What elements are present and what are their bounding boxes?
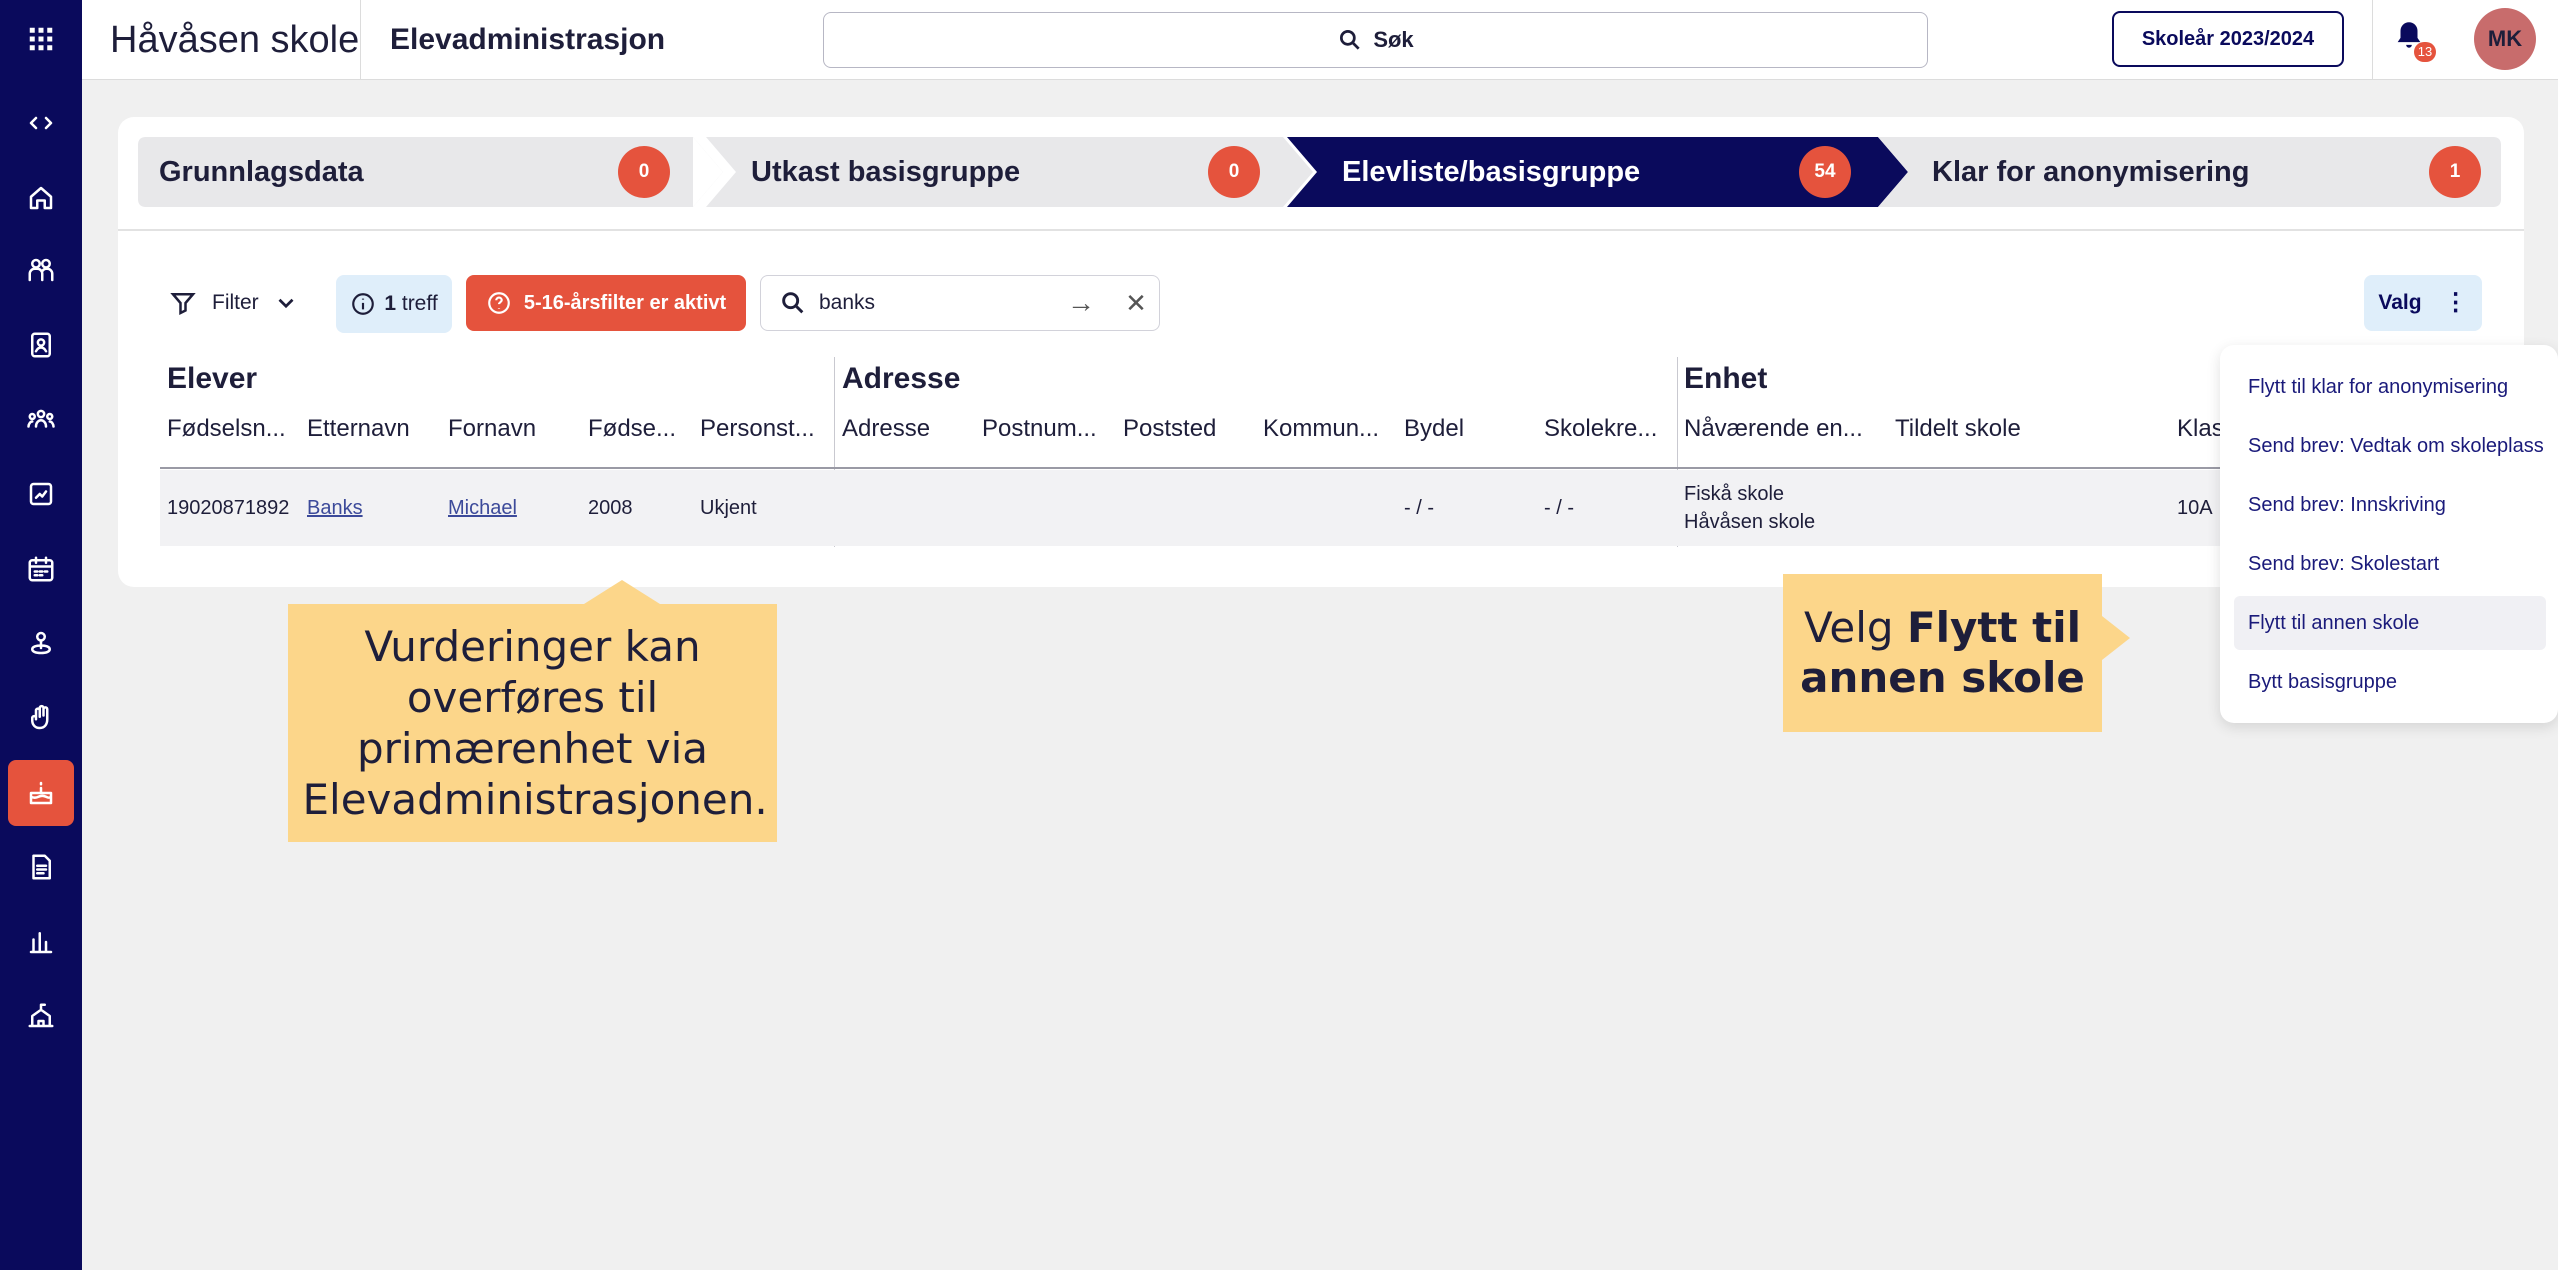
- people-group-icon[interactable]: [8, 237, 74, 303]
- document-icon[interactable]: [8, 834, 74, 900]
- column-header[interactable]: Etternavn: [307, 415, 410, 443]
- hand-icon[interactable]: [8, 685, 74, 751]
- top-bar: Håvåsen skole Elevadministrasjon Søk Sko…: [82, 0, 2558, 80]
- school-brand[interactable]: Håvåsen skole: [110, 0, 359, 80]
- column-header[interactable]: Skolekre...: [1544, 415, 1657, 443]
- column-header[interactable]: Postnum...: [982, 415, 1097, 443]
- menu-item-brev-vedtak[interactable]: Send brev: Vedtak om skoleplass: [2234, 419, 2546, 473]
- table-search-value: banks: [819, 291, 876, 314]
- cell-naavaerende-enhet: Håvåsen skole: [1684, 511, 1816, 533]
- search-icon: [1340, 29, 1360, 50]
- sidebar: [0, 0, 82, 1270]
- menu-item-brev-innskriving[interactable]: Send brev: Innskriving: [2234, 478, 2546, 532]
- column-header[interactable]: Adresse: [842, 415, 930, 443]
- cell-etternavn-link[interactable]: Banks: [307, 497, 363, 520]
- close-icon[interactable]: ✕: [1113, 288, 1159, 319]
- divider: [360, 0, 361, 80]
- menu-item-flytt-anonymisering[interactable]: Flytt til klar for anonymisering: [2234, 360, 2546, 414]
- column-header[interactable]: Poststed: [1123, 415, 1216, 443]
- apps-grid-icon[interactable]: [8, 6, 74, 72]
- age-filter-label: 5-16-årsfilter er aktivt: [523, 291, 727, 314]
- menu-item-brev-skolestart[interactable]: Send brev: Skolestart: [2234, 537, 2546, 591]
- step-1-count-badge: 0: [618, 146, 670, 198]
- cell-fodselsar: 2008: [588, 497, 633, 519]
- cell-fodselsnummer: 19020871892: [167, 497, 290, 519]
- valg-dropdown-menu: Flytt til klar for anonymisering Send br…: [2220, 345, 2558, 723]
- more-vertical-icon: ⋮: [2443, 289, 2468, 316]
- filter-label: Filter: [212, 291, 259, 314]
- column-header[interactable]: Nåværende en...: [1684, 415, 1863, 443]
- search-label: Søk: [1373, 27, 1414, 52]
- search-icon: [782, 292, 804, 314]
- group-header-elever: Elever: [167, 362, 258, 395]
- menu-item-flytt-annen-skole[interactable]: Flytt til annen skole: [2234, 596, 2546, 650]
- divider: [2372, 0, 2373, 80]
- column-header[interactable]: Fødselsn...: [167, 415, 286, 443]
- avatar[interactable]: MK: [2474, 8, 2536, 70]
- person-pin-icon[interactable]: [8, 610, 74, 676]
- group-header-adresse: Adresse: [842, 362, 961, 395]
- notifications-button[interactable]: 13: [2392, 18, 2436, 62]
- info-icon: [352, 293, 375, 315]
- code-toggle-icon[interactable]: [8, 90, 74, 156]
- cake-icon[interactable]: [8, 760, 74, 826]
- group-header-enhet: Enhet: [1684, 362, 1768, 395]
- report-icon[interactable]: [8, 461, 74, 527]
- filter-button[interactable]: Filter: [168, 275, 299, 331]
- column-header[interactable]: Personst...: [700, 415, 815, 443]
- cell-fornavn-link[interactable]: Michael: [448, 497, 517, 520]
- chevron-down-icon: [278, 298, 294, 309]
- cell-naavaerende-enhet: Fiskå skole: [1684, 483, 1785, 505]
- age-filter-button[interactable]: 5-16-årsfilter er aktivt: [466, 275, 746, 331]
- callout-text: Vurderinger kan overføres til primærenhe…: [302, 622, 768, 824]
- step-4-count-badge: 1: [2429, 146, 2481, 198]
- menu-item-bytt-basisgruppe[interactable]: Bytt basisgruppe: [2234, 655, 2546, 709]
- cell-bydel: - / -: [1404, 497, 1434, 519]
- column-header[interactable]: Fødse...: [588, 415, 676, 443]
- column-header[interactable]: Bydel: [1404, 415, 1464, 443]
- annotation-callout: Velg Flytt til annen skole: [1783, 574, 2130, 732]
- home-icon[interactable]: [8, 165, 74, 231]
- main-card: Grunnlagsdata 0 Utkast basisgruppe 0 Ele…: [118, 117, 2524, 587]
- school-year-button[interactable]: Skoleår 2023/2024: [2112, 11, 2344, 67]
- valg-label: Valg: [2378, 291, 2422, 314]
- step-2-count-badge: 0: [1208, 146, 1260, 198]
- bar-chart-icon[interactable]: [8, 909, 74, 975]
- valg-button[interactable]: Valg ⋮: [2364, 275, 2482, 331]
- help-icon: [487, 292, 510, 314]
- school-icon[interactable]: [8, 983, 74, 1049]
- step-4-label: Klar for anonymisering: [1932, 156, 2250, 188]
- hits-badge: 1 treff: [336, 275, 452, 333]
- column-header[interactable]: Kommun...: [1263, 415, 1379, 443]
- id-badge-icon[interactable]: [8, 312, 74, 378]
- hits-count: 1: [384, 292, 397, 315]
- annotation-callout: Vurderinger kan overføres til primærenhe…: [288, 580, 777, 842]
- table-search-input[interactable]: banks → ✕: [760, 275, 1160, 331]
- column-header[interactable]: Tildelt skole: [1895, 415, 2021, 443]
- team-icon[interactable]: [8, 386, 74, 452]
- hits-label: treff: [401, 292, 438, 315]
- arrow-right-icon[interactable]: →: [1061, 287, 1101, 319]
- column-header[interactable]: Klas: [2177, 415, 2224, 443]
- step-1-label: Grunnlagsdata: [159, 156, 364, 188]
- global-search[interactable]: Søk: [823, 12, 1928, 68]
- notification-count-badge: 13: [2414, 42, 2436, 62]
- callout-text: Velg: [1803, 603, 1894, 652]
- column-header[interactable]: Fornavn: [448, 415, 536, 443]
- step-3-count-badge: 54: [1799, 146, 1851, 198]
- cell-personstatus: Ukjent: [700, 497, 757, 519]
- step-3-label: Elevliste/basisgruppe: [1342, 156, 1641, 188]
- cell-klasse: 10A: [2177, 497, 2213, 519]
- cell-skolekrets: - / -: [1544, 497, 1574, 519]
- filter-icon: [170, 293, 196, 316]
- app-title: Elevadministrasjon: [390, 23, 666, 56]
- step-2-label: Utkast basisgruppe: [751, 156, 1021, 188]
- divider: [160, 467, 2500, 469]
- calendar-icon[interactable]: [8, 536, 74, 602]
- divider: [118, 229, 2524, 231]
